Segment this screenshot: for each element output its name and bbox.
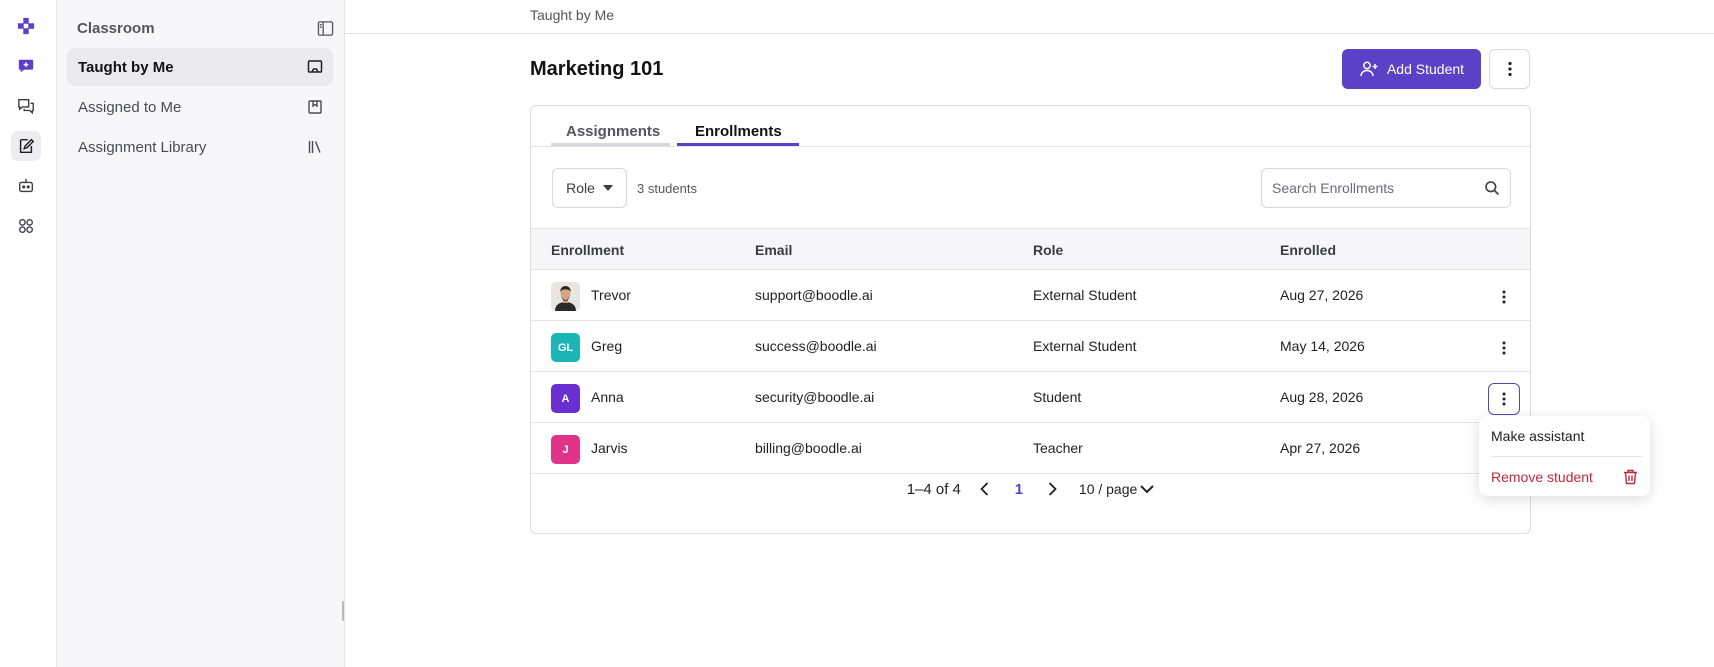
classroom-icon[interactable] [11,131,41,161]
sidebar-item-assignment-library[interactable]: Assignment Library [67,128,333,166]
new-chat-icon[interactable] [11,51,41,81]
page-size-select[interactable]: 10 / page [1078,481,1155,497]
collapse-sidebar-icon[interactable] [317,20,334,37]
add-student-button[interactable]: Add Student [1342,49,1481,89]
enrollment-role: Teacher [1033,440,1083,456]
search-box [1261,168,1511,208]
sidebar-item-taught-by-me[interactable]: Taught by Me [67,48,333,86]
search-input[interactable] [1272,180,1484,196]
avatar: J [551,435,580,464]
table-row[interactable]: GL Greg success@boodle.ai External Stude… [531,321,1530,372]
enrollment-date: Apr 27, 2026 [1280,440,1361,456]
add-student-label: Add Student [1386,61,1465,77]
sidebar-item-label: Assignment Library [78,138,207,156]
chevron-right-icon [1049,482,1058,496]
tab-enrollments[interactable]: Enrollments [695,123,782,140]
enrollment-role: External Student [1033,338,1137,354]
row-more-button[interactable] [1488,383,1520,415]
logo-icon[interactable] [11,11,41,41]
remove-student-menu-item[interactable]: Remove student [1479,457,1650,497]
row-more-button[interactable] [1488,281,1520,313]
column-email: Email [755,242,793,258]
row-more-button[interactable] [1488,332,1520,364]
page-title: Marketing 101 [530,58,664,80]
enrollment-role: Student [1033,389,1082,405]
avatar: A [551,384,580,413]
make-assistant-menu-item[interactable]: Make assistant [1479,416,1650,456]
avatar: GL [551,333,580,362]
menu-item-label: Remove student [1491,469,1593,485]
enrollment-email: billing@boodle.ai [755,440,862,456]
breadcrumb[interactable]: Taught by Me [530,7,614,23]
add-user-icon [1360,61,1378,77]
enrollment-name: Anna [591,389,624,405]
search-icon[interactable] [1484,180,1500,196]
trash-icon [1624,469,1637,485]
pagination: 1–4 of 4 1 10 / page [531,474,1530,504]
prev-page-button[interactable] [973,477,997,501]
tab-assignments-underline [551,143,670,146]
top-bar: Taught by Me [345,0,1714,34]
enrollment-name: Jarvis [591,440,628,456]
pagination-range: 1–4 of 4 [906,480,961,498]
role-filter-label: Role [566,180,595,196]
role-filter-dropdown[interactable]: Role [552,168,627,208]
tab-assignments[interactable]: Assignments [566,123,660,140]
enrollment-name: Greg [591,338,623,354]
table-row[interactable]: J Jarvis billing@boodle.ai Teacher Apr 2… [531,423,1530,474]
chevron-down-icon [1140,484,1155,493]
chats-icon[interactable] [11,91,41,121]
more-vertical-icon [1502,341,1506,355]
sidebar-item-assigned-to-me[interactable]: Assigned to Me [67,88,333,126]
tab-bar: Assignments Enrollments [531,106,1530,147]
assigned-icon [308,100,322,114]
table-row[interactable]: A Anna security@boodle.ai Student Aug 28… [531,372,1530,423]
sidebar-item-label: Assigned to Me [78,98,182,116]
sidebar-item-label: Taught by Me [78,58,174,76]
table-row[interactable]: Trevor support@boodle.ai External Studen… [531,270,1530,321]
taught-icon [307,60,323,73]
enrollment-date: Aug 28, 2026 [1280,389,1364,405]
chevron-left-icon [980,482,989,496]
enrollments-card: Assignments Enrollments Role 3 students … [530,105,1531,534]
enrollment-name: Trevor [591,287,631,303]
sidebar-resize-handle[interactable] [342,601,344,621]
column-role: Role [1033,242,1064,258]
more-vertical-icon [1502,290,1506,304]
menu-item-label: Make assistant [1491,428,1585,444]
tab-enrollments-underline [677,143,799,146]
page-size-label: 10 / page [1078,481,1138,497]
column-enrollment: Enrollment [551,242,625,258]
page-number[interactable]: 1 [997,481,1041,498]
next-page-button[interactable] [1041,477,1065,501]
integrations-icon[interactable] [11,211,41,241]
bot-icon[interactable] [11,171,41,201]
avatar [551,282,580,311]
column-enrolled: Enrolled [1280,242,1337,258]
library-icon [308,141,321,153]
enrollment-email: support@boodle.ai [755,287,873,303]
more-vertical-icon [1502,392,1506,406]
enrollment-email: security@boodle.ai [755,389,875,405]
caret-down-icon [602,185,613,191]
sidebar-title: Classroom [77,19,155,37]
enrollment-role: External Student [1033,287,1137,303]
more-vertical-icon [1507,61,1512,77]
icon-rail [0,0,57,667]
row-actions-menu: Make assistant Remove student [1479,416,1650,496]
sidebar: Classroom Taught by Me Assigned to Me As… [57,0,345,667]
student-count: 3 students [637,181,697,196]
page-more-button[interactable] [1489,49,1530,89]
enrollment-date: May 14, 2026 [1280,338,1365,354]
enrollment-date: Aug 27, 2026 [1280,287,1364,303]
table-header: Enrollment Email Role Enrolled [531,228,1530,270]
sidebar-header: Classroom [77,17,334,39]
enrollment-email: success@boodle.ai [755,338,877,354]
